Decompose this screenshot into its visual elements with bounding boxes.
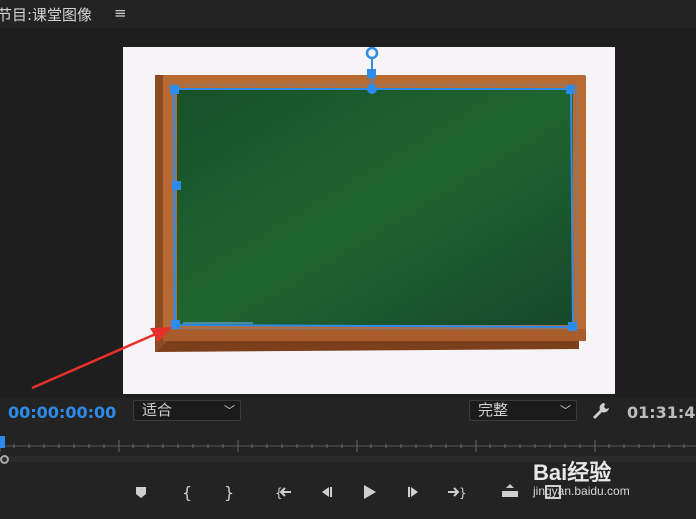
handle-top-center[interactable] [367,84,377,94]
handle-top-right[interactable] [566,85,575,94]
handle-bottom-left[interactable] [171,320,180,329]
step-back-icon[interactable] [315,482,337,502]
mark-in-icon[interactable]: { [176,482,198,502]
anchor-handle-top[interactable] [367,69,376,78]
rotation-handle[interactable] [365,47,379,60]
svg-text:{: { [182,483,192,502]
chalkboard-surface [177,89,573,325]
wrench-icon[interactable] [590,400,612,422]
board-ledge [163,329,586,341]
chevron-down-icon: ﹀ [224,404,235,417]
mark-out-icon[interactable]: } [218,482,240,502]
panel-header: 节目:课堂图像 ≡ [0,0,696,28]
playback-resolution-select[interactable]: 完整 ﹀ [469,400,577,421]
watermark-brand: Bai经验 [533,460,612,485]
blackboard-graphic [155,47,586,352]
video-frame[interactable] [123,47,615,394]
zoom-level-select[interactable]: 适合 ﹀ [133,400,241,421]
handle-bottom-right[interactable] [568,322,577,331]
handle-top-left[interactable] [170,85,179,94]
go-to-out-icon[interactable]: } [446,482,468,502]
play-icon[interactable] [358,482,380,502]
baidu-jingyan-watermark: Bai经验 jingyan.baidu.com [533,448,683,504]
handle-left-center[interactable] [172,181,181,190]
playhead-marker[interactable] [0,436,5,448]
duration-timecode: 01:31:4 [627,403,696,422]
step-forward-icon[interactable] [403,482,425,502]
lift-icon[interactable] [499,482,521,502]
add-marker-icon[interactable] [130,482,152,502]
in-out-handle[interactable] [0,455,9,464]
current-timecode[interactable]: 00:00:00:00 [8,403,116,422]
chevron-down-icon: ﹀ [560,404,571,417]
zoom-level-value: 适合 [142,401,173,419]
hamburger-menu-icon[interactable]: ≡ [114,4,127,22]
svg-text:}: } [459,486,467,500]
go-to-in-icon[interactable]: { [273,482,295,502]
playback-resolution-value: 完整 [478,401,509,419]
panel-title[interactable]: 节目:课堂图像 [0,4,92,25]
watermark-url: jingyan.baidu.com [533,484,630,498]
svg-text:}: } [224,483,234,502]
